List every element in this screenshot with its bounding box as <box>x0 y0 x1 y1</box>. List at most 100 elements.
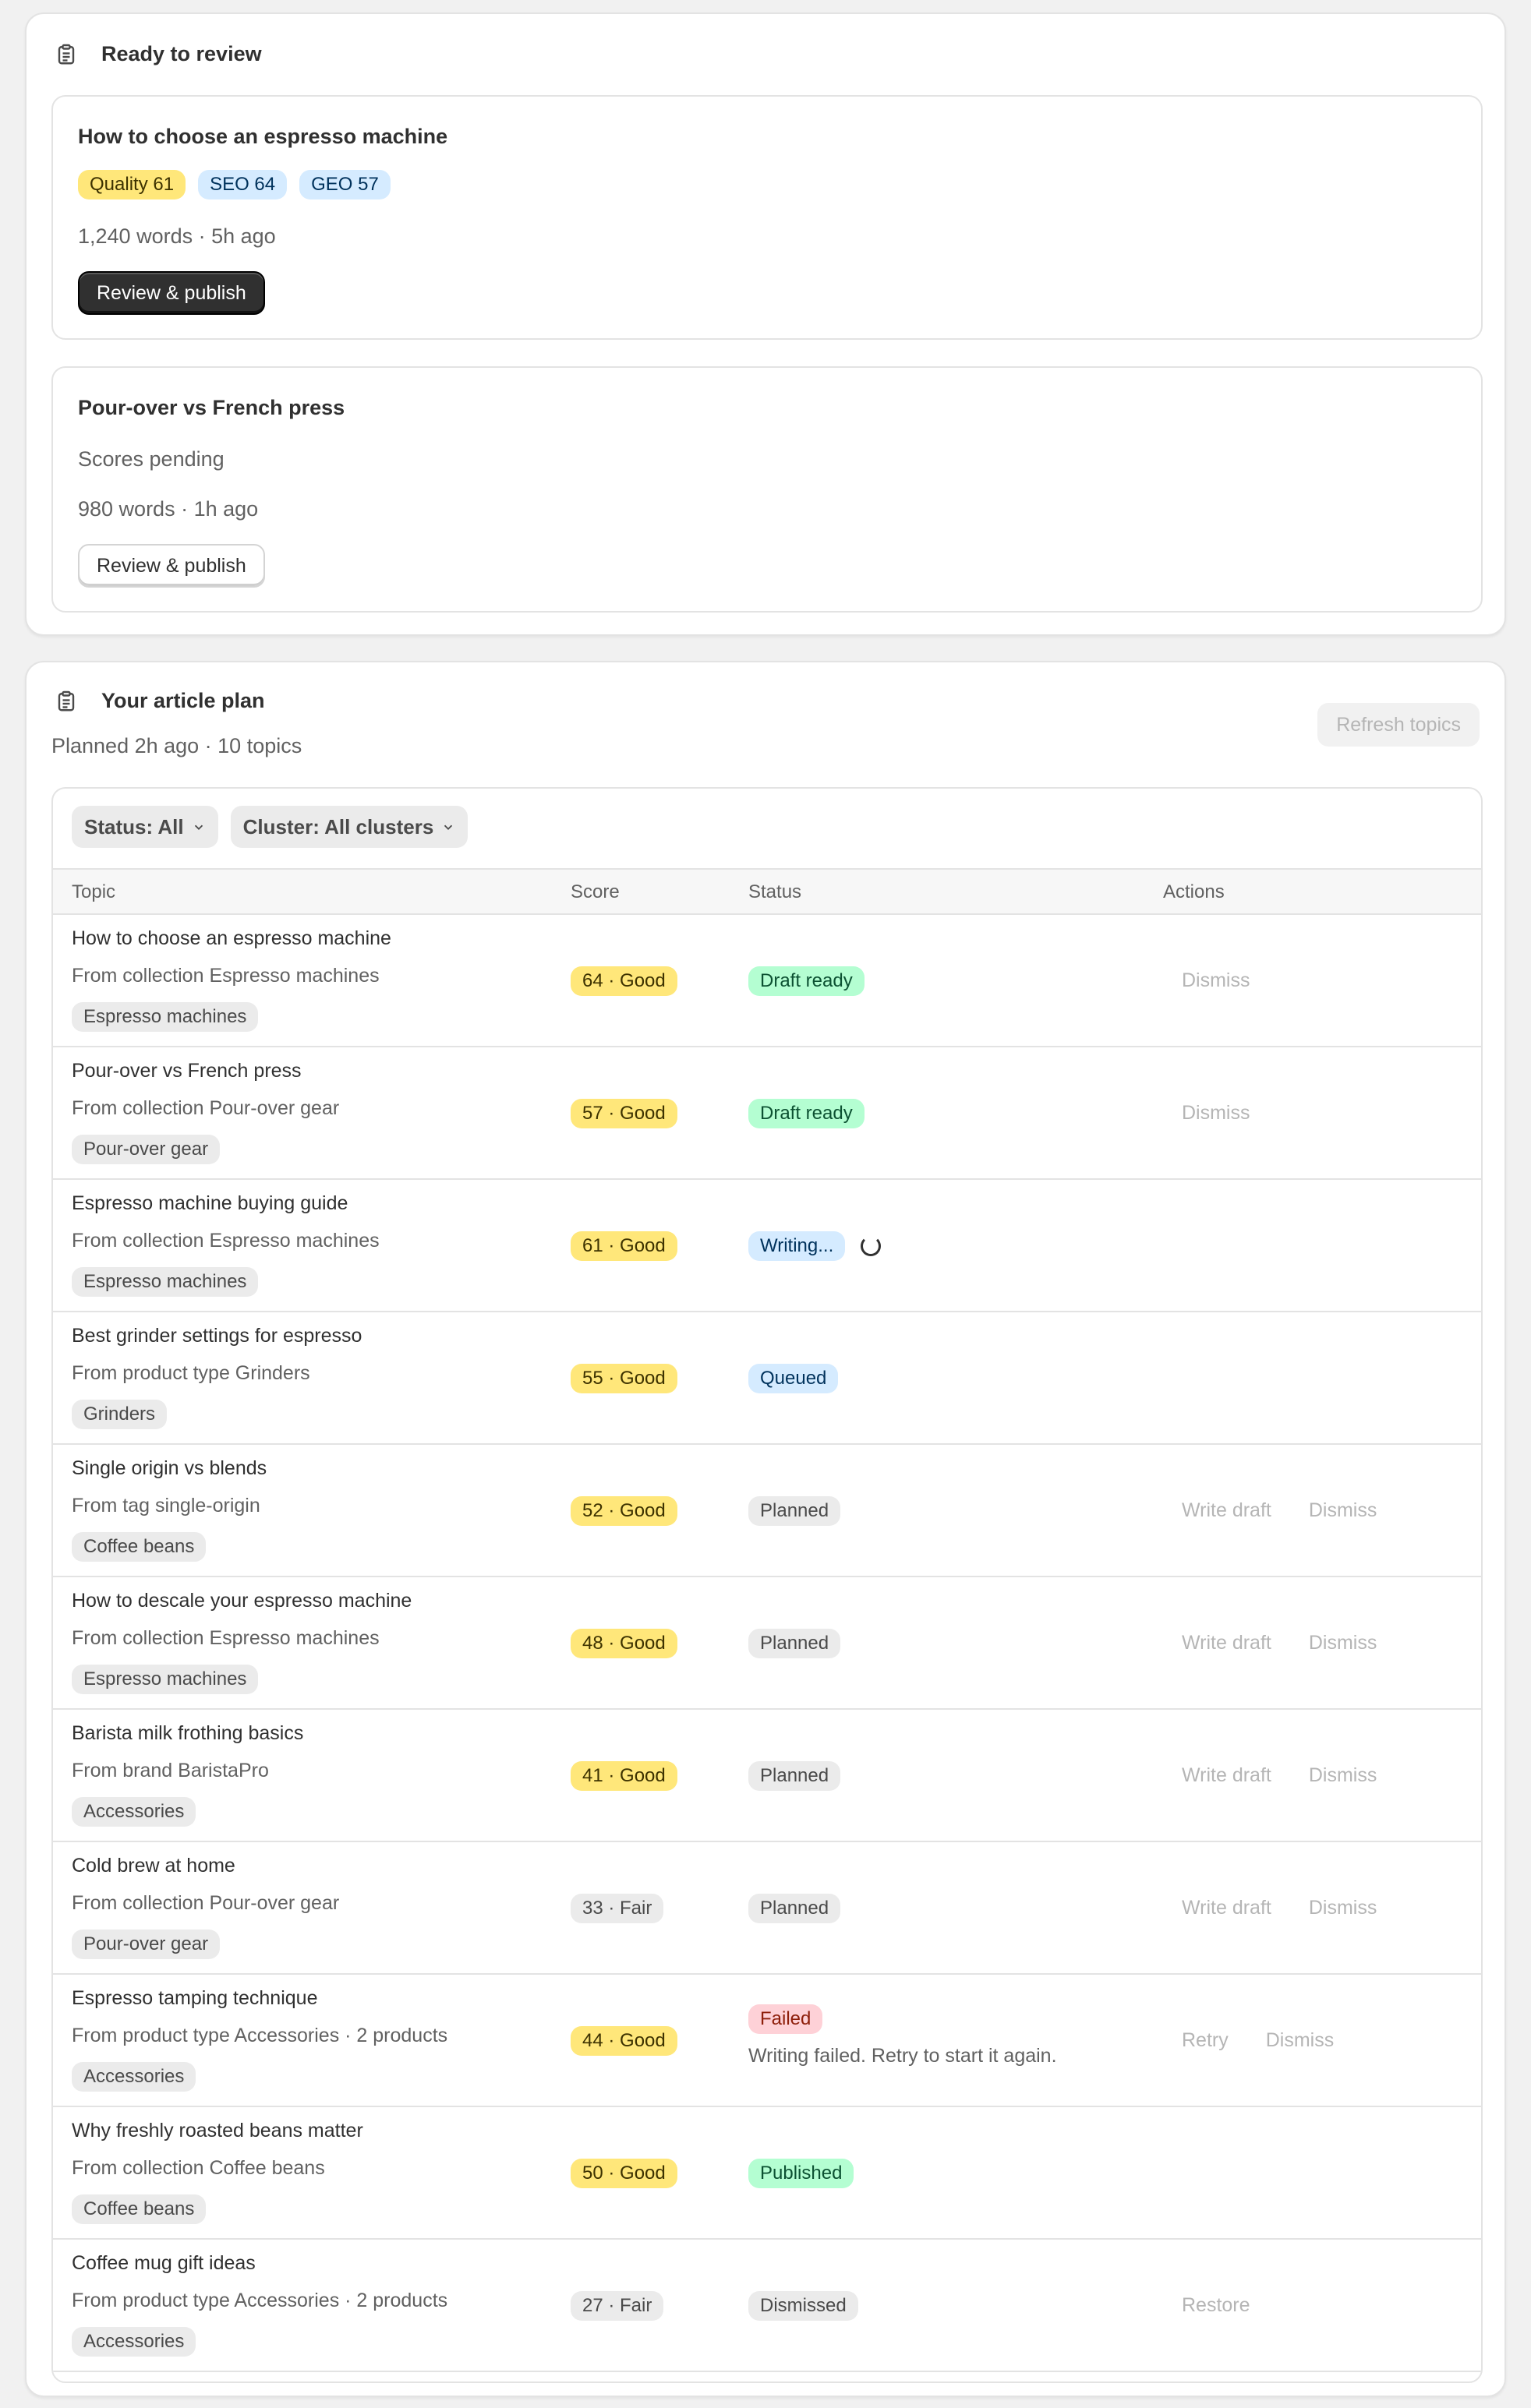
dismiss-button[interactable]: Dismiss <box>1290 1499 1396 1522</box>
topic-source: From collection Pour-over gear <box>72 1892 340 1914</box>
write-draft-button[interactable]: Write draft <box>1163 1632 1290 1654</box>
status-filter-button[interactable]: Status: All <box>72 806 218 848</box>
table-row: Why freshly roasted beans matter From col… <box>53 2107 1481 2240</box>
status-error-text: Writing failed. Retry to start it again. <box>748 2045 1057 2067</box>
cluster-tag: Pour-over gear <box>72 1930 221 1959</box>
ready-to-review-card: Ready to review How to choose an espress… <box>25 12 1506 636</box>
table-row: How to choose an espresso machine From co… <box>53 915 1481 1047</box>
plan-subtitle: Planned 2h ago · 10 topics <box>51 734 302 757</box>
topic-title: Barista milk frothing basics <box>72 1722 304 1744</box>
row-actions: Write draft Dismiss <box>1163 1764 1395 1787</box>
status-badge: Planned <box>748 1496 841 1526</box>
score-badge: 55 · Good <box>571 1364 677 1393</box>
clipboard-icon <box>55 690 78 713</box>
score-badge: 61 · Good <box>571 1231 677 1261</box>
status-badge: Planned <box>748 1894 841 1923</box>
dismiss-button[interactable]: Dismiss <box>1290 1764 1396 1787</box>
dismiss-button[interactable]: Dismiss <box>1290 1897 1396 1919</box>
seo-badge: SEO 64 <box>198 170 288 199</box>
topic-title: Coffee mug gift ideas <box>72 2252 256 2274</box>
status-badge: Draft ready <box>748 1099 865 1128</box>
dismiss-button[interactable]: Dismiss <box>1163 1102 1269 1125</box>
cluster-tag: Grinders <box>72 1400 168 1429</box>
status-badge: Planned <box>748 1629 841 1658</box>
dismiss-button[interactable]: Dismiss <box>1290 1632 1396 1654</box>
score-badge: 41 · Good <box>571 1761 677 1791</box>
score-badge: 27 · Fair <box>571 2291 664 2321</box>
topic-source: From product type Accessories · 2 produc… <box>72 2025 448 2046</box>
table-row: Cold brew at home From collection Pour-ov… <box>53 1842 1481 1975</box>
score-badge: 64 · Good <box>571 966 677 996</box>
clipboard-icon <box>55 43 78 66</box>
column-header-topic: Topic <box>72 881 116 902</box>
score-badge: 48 · Good <box>571 1629 677 1658</box>
score-badge: 50 · Good <box>571 2159 677 2188</box>
column-header-actions: Actions <box>1163 881 1225 902</box>
restore-button[interactable]: Restore <box>1163 2294 1269 2317</box>
write-draft-button[interactable]: Write draft <box>1163 1499 1290 1522</box>
topic-source: From collection Pour-over gear <box>72 1097 340 1119</box>
cluster-tag: Accessories <box>72 1797 196 1827</box>
scores-pending-text: Scores pending <box>78 447 225 471</box>
topic-title: Best grinder settings for espresso <box>72 1325 362 1347</box>
retry-button[interactable]: Retry <box>1163 2029 1247 2052</box>
write-draft-button[interactable]: Write draft <box>1163 1897 1290 1919</box>
score-badges: Quality 61 SEO 64 GEO 57 <box>78 170 391 199</box>
cluster-filter-button[interactable]: Cluster: All clusters <box>230 806 468 848</box>
table-row: Pour-over vs French press From collection… <box>53 1047 1481 1180</box>
topic-title: Single origin vs blends <box>72 1457 267 1479</box>
status-cell: Queued <box>748 1364 839 1393</box>
score-badge: 33 · Fair <box>571 1894 664 1923</box>
review-article-item: Pour-over vs French press Scores pending… <box>51 366 1483 613</box>
table-row: Coffee mug gift ideas From product type A… <box>53 2240 1481 2372</box>
row-actions: Dismiss <box>1163 1102 1269 1125</box>
topic-title: How to choose an espresso machine <box>72 927 391 949</box>
row-actions: Restore <box>1163 2294 1269 2317</box>
review-publish-button[interactable]: Review & publish <box>78 544 265 588</box>
score-badge: 52 · Good <box>571 1496 677 1526</box>
cluster-tag: Accessories <box>72 2062 196 2092</box>
status-badge: Queued <box>748 1364 839 1393</box>
row-actions: Write draft Dismiss <box>1163 1632 1395 1654</box>
article-plan-header: Your article plan <box>55 689 265 713</box>
status-cell: Draft ready <box>748 1099 865 1128</box>
write-draft-button[interactable]: Write draft <box>1163 1764 1290 1787</box>
topic-title: Cold brew at home <box>72 1855 235 1877</box>
dismiss-button[interactable]: Dismiss <box>1163 969 1269 992</box>
topic-title: Espresso machine buying guide <box>72 1192 348 1214</box>
column-header-score: Score <box>571 881 620 902</box>
review-article-title: Pour-over vs French press <box>78 396 345 419</box>
refresh-topics-button[interactable]: Refresh topics <box>1317 703 1480 747</box>
topic-source: From product type Accessories · 2 produc… <box>72 2290 448 2311</box>
status-cell: Failed Writing failed. Retry to start it … <box>748 2004 1057 2067</box>
topic-source: From collection Espresso machines <box>72 1627 380 1649</box>
cluster-tag: Pour-over gear <box>72 1135 221 1164</box>
review-publish-button[interactable]: Review & publish <box>78 271 265 315</box>
table-row: Barista milk frothing basics From brand B… <box>53 1710 1481 1842</box>
cluster-tag: Espresso machines <box>72 1267 259 1297</box>
column-header-status: Status <box>748 881 802 902</box>
review-article-item: How to choose an espresso machine Qualit… <box>51 95 1483 340</box>
row-actions: Retry Dismiss <box>1163 2029 1352 2052</box>
review-article-meta: 980 words · 1h ago <box>78 497 259 521</box>
loading-spinner-icon <box>861 1236 882 1256</box>
score-badge: 44 · Good <box>571 2026 677 2056</box>
status-badge: Writing... <box>748 1231 846 1261</box>
cluster-tag: Espresso machines <box>72 1002 259 1032</box>
dismiss-button[interactable]: Dismiss <box>1247 2029 1353 2052</box>
status-cell: Writing... <box>748 1231 882 1261</box>
article-plan-title: Your article plan <box>101 689 265 712</box>
status-cell: Planned <box>748 1496 841 1526</box>
cluster-filter-label: Cluster: All clusters <box>242 814 434 839</box>
topics-table: Status: All Cluster: All clusters Topic … <box>51 787 1483 2383</box>
status-cell: Planned <box>748 1894 841 1923</box>
topic-title: Pour-over vs French press <box>72 1060 302 1082</box>
status-badge: Draft ready <box>748 966 865 996</box>
ready-to-review-header: Ready to review <box>55 42 262 66</box>
article-plan-card: Your article plan Planned 2h ago · 10 to… <box>25 661 1506 2397</box>
topic-title: Why freshly roasted beans matter <box>72 2120 363 2141</box>
status-cell: Published <box>748 2159 854 2188</box>
quality-badge: Quality 61 <box>78 170 186 199</box>
filter-bar: Status: All Cluster: All clusters <box>72 806 468 848</box>
topic-source: From product type Grinders <box>72 1362 310 1384</box>
